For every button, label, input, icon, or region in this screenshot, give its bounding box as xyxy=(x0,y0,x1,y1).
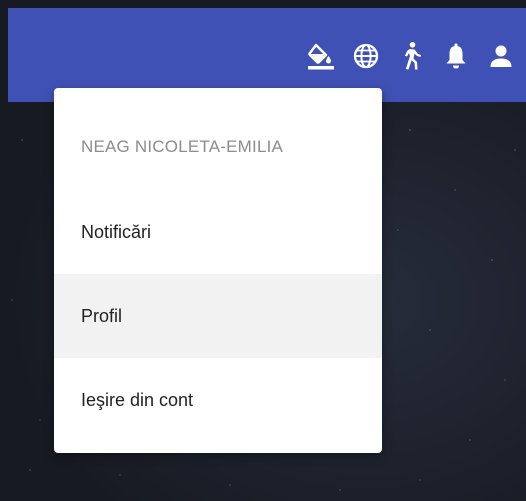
menu-item-logout[interactable]: Ieşire din cont xyxy=(54,358,382,442)
accessibility-icon xyxy=(397,41,425,71)
menu-user-name: NEAG NICOLETA-EMILIA xyxy=(81,137,284,156)
menu-item-notifications[interactable]: Notificări xyxy=(54,190,382,274)
theme-button[interactable] xyxy=(302,38,340,74)
paint-bucket-icon xyxy=(306,41,336,71)
account-dropdown-menu: NEAG NICOLETA-EMILIA Notificări Profil I… xyxy=(54,88,382,453)
accessibility-button[interactable] xyxy=(392,38,430,74)
notifications-button[interactable] xyxy=(437,38,475,74)
bell-icon xyxy=(443,42,469,70)
app-screen: NEAG NICOLETA-EMILIA Notificări Profil I… xyxy=(0,0,526,501)
globe-icon xyxy=(352,42,380,70)
account-icon xyxy=(488,43,514,69)
language-button[interactable] xyxy=(347,38,385,74)
account-button[interactable] xyxy=(482,38,520,74)
toolbar-actions xyxy=(302,38,520,74)
menu-item-profile[interactable]: Profil xyxy=(54,274,382,358)
